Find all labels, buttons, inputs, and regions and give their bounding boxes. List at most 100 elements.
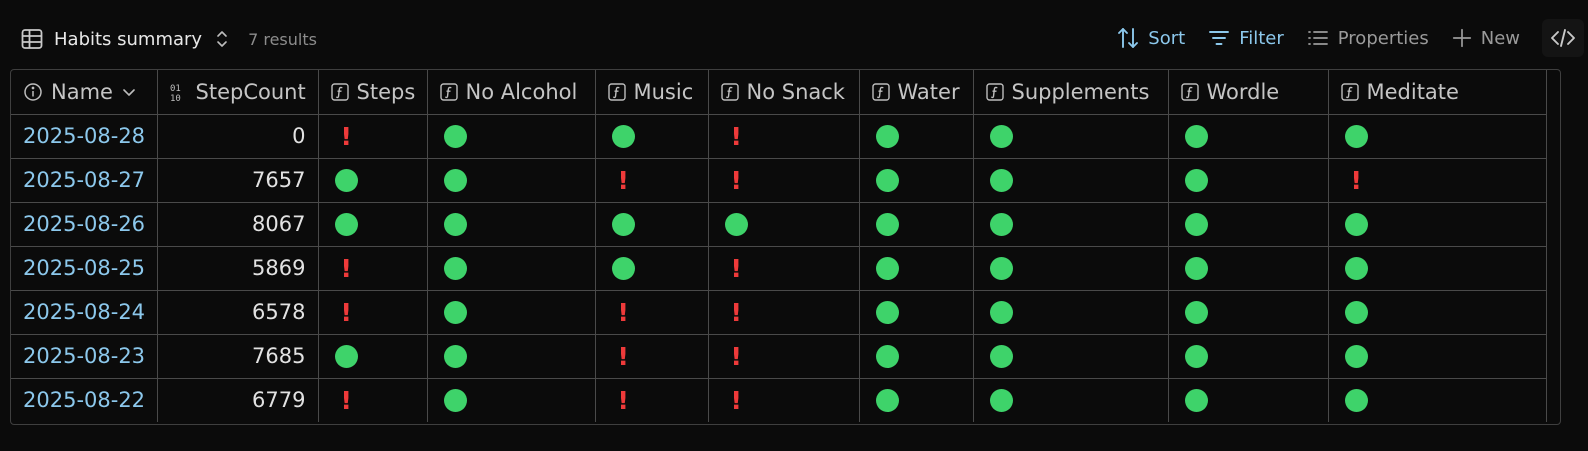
table-row[interactable]: 2025-08-28 0!! xyxy=(11,113,1547,159)
habit-status-cell xyxy=(426,201,596,247)
table-row[interactable]: 2025-08-23 7685!! xyxy=(11,333,1547,379)
view-selector[interactable]: Habits summary 7 results xyxy=(20,24,317,54)
habit-status-cell xyxy=(594,113,709,159)
column-header-no-snack[interactable]: No Snack xyxy=(707,70,860,115)
habit-status-cell xyxy=(972,245,1169,291)
habit-status-cell: ! xyxy=(594,289,709,335)
habit-status-cell: ! xyxy=(594,333,709,379)
column-header-water[interactable]: Water xyxy=(858,70,974,115)
column-header-meditate[interactable]: Meditate xyxy=(1327,70,1547,115)
green-circle-icon xyxy=(1184,168,1208,192)
column-label: Water xyxy=(897,79,960,104)
green-circle-icon xyxy=(443,256,467,280)
red-exclamation-icon: ! xyxy=(340,121,352,151)
green-circle-icon xyxy=(875,256,899,280)
habit-status-cell: ! xyxy=(594,157,709,203)
habit-status-cell xyxy=(972,157,1169,203)
red-exclamation-icon: ! xyxy=(730,297,742,327)
filter-icon xyxy=(1209,31,1230,45)
green-circle-icon xyxy=(1344,256,1368,280)
column-header-steps[interactable]: Steps xyxy=(317,70,428,115)
row-name-link[interactable]: 2025-08-25 xyxy=(11,245,158,291)
column-header-stepcount[interactable]: 01 10 StepCount xyxy=(156,70,319,115)
habit-status-cell xyxy=(317,333,428,379)
stepcount-cell: 8067 xyxy=(156,201,319,247)
green-circle-icon xyxy=(989,124,1013,148)
results-count: 7 results xyxy=(248,29,317,49)
habit-status-cell: ! xyxy=(707,333,860,379)
habit-status-cell: ! xyxy=(317,289,428,335)
green-circle-icon xyxy=(1184,124,1208,148)
info-icon xyxy=(24,83,42,101)
habit-status-cell xyxy=(1327,201,1547,247)
habit-status-cell xyxy=(1167,113,1329,159)
red-exclamation-icon: ! xyxy=(340,297,352,327)
green-circle-icon xyxy=(1344,212,1368,236)
red-exclamation-icon: ! xyxy=(617,165,629,195)
habit-status-cell: ! xyxy=(317,245,428,291)
green-circle-icon xyxy=(1344,300,1368,324)
column-label: Supplements xyxy=(1011,79,1150,104)
column-header-music[interactable]: Music xyxy=(594,70,709,115)
table-row[interactable]: 2025-08-25 5869!! xyxy=(11,245,1547,291)
view-title[interactable]: Habits summary xyxy=(54,29,202,50)
formula-icon xyxy=(871,83,890,101)
column-header-no-alcohol[interactable]: No Alcohol xyxy=(426,70,596,115)
code-view-button[interactable] xyxy=(1542,19,1584,57)
table-row[interactable]: 2025-08-22 6779!!! xyxy=(11,377,1547,422)
sort-label: Sort xyxy=(1148,27,1186,49)
filter-button[interactable]: Filter xyxy=(1207,26,1284,50)
formula-icon xyxy=(1180,83,1199,101)
green-circle-icon xyxy=(724,212,748,236)
row-name-link[interactable]: 2025-08-24 xyxy=(11,289,158,335)
habit-status-cell xyxy=(426,157,596,203)
red-exclamation-icon: ! xyxy=(340,253,352,283)
green-circle-icon xyxy=(1344,344,1368,368)
row-name-link[interactable]: 2025-08-26 xyxy=(11,201,158,247)
row-name-link[interactable]: 2025-08-23 xyxy=(11,333,158,379)
red-exclamation-icon: ! xyxy=(730,385,742,415)
formula-icon xyxy=(985,83,1004,101)
chevron-up-down-icon[interactable] xyxy=(214,29,230,49)
list-icon xyxy=(1307,31,1328,45)
code-icon xyxy=(1551,29,1575,47)
habit-status-cell xyxy=(972,333,1169,379)
formula-icon xyxy=(1340,83,1359,101)
green-circle-icon xyxy=(875,168,899,192)
filter-label: Filter xyxy=(1239,27,1284,49)
stepcount-cell: 6779 xyxy=(156,377,319,422)
properties-button[interactable]: Properties xyxy=(1306,26,1429,50)
sort-button[interactable]: Sort xyxy=(1116,26,1185,50)
habit-status-cell: ! xyxy=(707,289,860,335)
row-name-link[interactable]: 2025-08-22 xyxy=(11,377,158,422)
habit-status-cell: ! xyxy=(317,377,428,422)
habit-status-cell xyxy=(858,289,974,335)
table-row[interactable]: 2025-08-24 6578!!! xyxy=(11,289,1547,335)
row-name-link[interactable]: 2025-08-27 xyxy=(11,157,158,203)
properties-label: Properties xyxy=(1337,27,1429,49)
row-name-link[interactable]: 2025-08-28 xyxy=(11,113,158,159)
habit-status-cell: ! xyxy=(1327,157,1547,203)
column-header-wordle[interactable]: Wordle xyxy=(1167,70,1329,115)
habit-status-cell xyxy=(858,377,974,422)
column-label: StepCount xyxy=(195,79,306,104)
svg-text:01: 01 xyxy=(170,84,181,94)
column-label: Meditate xyxy=(1366,79,1459,104)
red-exclamation-icon: ! xyxy=(730,165,742,195)
habit-status-cell xyxy=(972,201,1169,247)
column-header-supplements[interactable]: Supplements xyxy=(972,70,1169,115)
table-row[interactable]: 2025-08-27 7657!!! xyxy=(11,157,1547,203)
habit-status-cell: ! xyxy=(594,377,709,422)
new-button[interactable]: New xyxy=(1451,27,1520,49)
habit-status-cell xyxy=(1167,289,1329,335)
habit-status-cell xyxy=(1167,201,1329,247)
toolbar: Habits summary 7 results Sort Filter Pro… xyxy=(0,0,1588,70)
habit-status-cell xyxy=(1167,245,1329,291)
chevron-down-icon[interactable] xyxy=(121,84,137,100)
habit-status-cell xyxy=(1167,377,1329,422)
table-row[interactable]: 2025-08-26 8067 xyxy=(11,201,1547,247)
red-exclamation-icon: ! xyxy=(617,341,629,371)
green-circle-icon xyxy=(989,388,1013,412)
column-header-name[interactable]: Name xyxy=(11,70,158,115)
habit-status-cell xyxy=(317,157,428,203)
